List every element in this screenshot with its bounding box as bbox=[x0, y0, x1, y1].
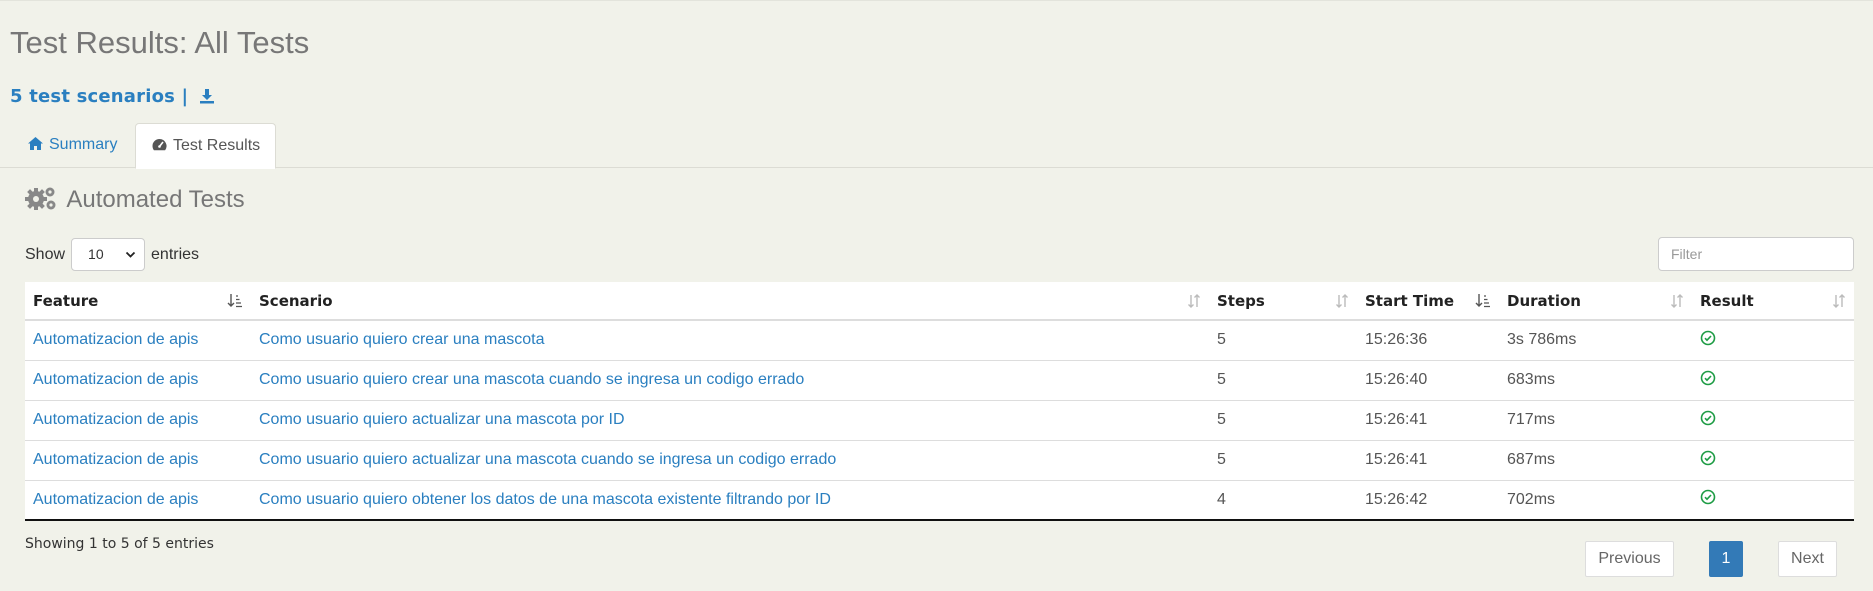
feature-link[interactable]: Automatizacion de apis bbox=[25, 439, 251, 480]
column-header-start-time[interactable]: Start Time bbox=[1357, 282, 1499, 321]
steps-cell: 4 bbox=[1209, 479, 1357, 521]
result-cell bbox=[1692, 359, 1854, 400]
table-row: Automatizacion de apis Como usuario quie… bbox=[25, 359, 1854, 400]
page-title: Test Results: All Tests bbox=[10, 25, 310, 60]
filter-placeholder: Filter bbox=[1671, 246, 1703, 262]
entries-select[interactable]: 10 bbox=[71, 238, 146, 271]
cogs-icon bbox=[25, 187, 56, 210]
start-time-cell: 15:26:41 bbox=[1357, 399, 1499, 440]
table-row: Automatizacion de apis Como usuario quie… bbox=[25, 439, 1854, 480]
dashboard-icon bbox=[152, 139, 167, 151]
start-time-cell: 15:26:36 bbox=[1365, 331, 1428, 349]
steps-cell: 5 bbox=[1209, 359, 1357, 400]
section-title-label: Automated Tests bbox=[66, 186, 245, 213]
filter-input[interactable]: Filter bbox=[1658, 237, 1854, 271]
table-row: Automatizacion de apis Como usuario quie… bbox=[25, 320, 1854, 360]
feature-link[interactable]: Automatizacion de apis bbox=[25, 320, 251, 360]
steps-cell: 5 bbox=[1209, 439, 1357, 480]
show-label: Show bbox=[25, 245, 66, 263]
sort-asc-icon bbox=[227, 294, 242, 308]
column-header-result[interactable]: Result bbox=[1692, 282, 1854, 321]
report-page: Test Results: All Tests 5 test scenarios… bbox=[0, 0, 1873, 591]
column-header-steps[interactable]: Steps bbox=[1209, 282, 1357, 321]
table-row: Automatizacion de apis Como usuario quie… bbox=[25, 479, 1854, 521]
section-title: Automated Tests bbox=[25, 185, 245, 214]
sort-both-icon bbox=[1671, 294, 1683, 308]
previous-page-button[interactable]: Previous bbox=[1585, 541, 1674, 577]
check-circle-icon bbox=[1700, 370, 1716, 385]
column-header-scenario[interactable]: Scenario bbox=[251, 282, 1209, 321]
tab-bar: Summary Test Results bbox=[0, 123, 1873, 169]
scenario-count: 5 test scenarios | bbox=[10, 86, 215, 109]
sort-both-icon bbox=[1336, 294, 1348, 308]
column-header-feature[interactable]: Feature bbox=[25, 282, 251, 321]
duration-cell: 683ms bbox=[1499, 359, 1692, 400]
table-info: Showing 1 to 5 of 5 entries bbox=[25, 536, 214, 552]
duration-cell: 717ms bbox=[1499, 399, 1692, 440]
result-cell bbox=[1692, 479, 1854, 521]
download-icon[interactable] bbox=[199, 88, 215, 109]
table-header-row: Feature Scenario Steps Start Time Durati… bbox=[25, 282, 1854, 321]
duration-cell: 702ms bbox=[1499, 479, 1692, 521]
start-time-cell: 15:26:41 bbox=[1357, 439, 1499, 480]
tab-test-results[interactable]: Test Results bbox=[135, 123, 276, 169]
tab-test-results-label: Test Results bbox=[173, 137, 261, 154]
scenario-link[interactable]: Como usuario quiero actualizar una masco… bbox=[251, 399, 1209, 440]
scenario-link[interactable]: Como usuario quiero crear una mascota bbox=[251, 320, 1209, 360]
feature-link[interactable]: Automatizacion de apis bbox=[25, 359, 251, 400]
tab-summary-label: Summary bbox=[49, 136, 118, 153]
scenario-link[interactable]: Como usuario quiero obtener los datos de… bbox=[251, 479, 1209, 521]
entries-control: Show 10 entries bbox=[25, 238, 199, 271]
start-time-cell: 15:26:42 bbox=[1357, 479, 1499, 521]
scenario-link[interactable]: Como usuario quiero crear una mascota cu… bbox=[251, 359, 1209, 400]
column-header-duration[interactable]: Duration bbox=[1499, 282, 1692, 321]
steps-cell: 5 bbox=[1209, 399, 1357, 440]
scenario-count-label: 5 test scenarios | bbox=[10, 86, 189, 107]
result-cell bbox=[1692, 439, 1854, 480]
check-circle-icon bbox=[1700, 489, 1716, 505]
result-cell bbox=[1692, 399, 1854, 440]
sort-both-icon bbox=[1833, 294, 1845, 308]
entries-label: entries bbox=[151, 245, 200, 263]
entries-select-value: 10 bbox=[88, 246, 104, 262]
feature-link[interactable]: Automatizacion de apis bbox=[25, 399, 251, 440]
sort-asc-icon bbox=[1475, 294, 1490, 308]
results-table: Feature Scenario Steps Start Time Durati… bbox=[25, 282, 1854, 521]
next-page-button[interactable]: Next bbox=[1778, 541, 1837, 577]
check-circle-icon bbox=[1700, 410, 1716, 425]
page-1-button[interactable]: 1 bbox=[1709, 541, 1743, 577]
duration-cell: 3s 786ms bbox=[1507, 331, 1577, 349]
home-icon bbox=[28, 137, 43, 150]
feature-link[interactable]: Automatizacion de apis bbox=[25, 479, 251, 521]
sort-both-icon bbox=[1188, 294, 1200, 308]
tab-summary[interactable]: Summary bbox=[12, 123, 132, 168]
chevron-down-icon bbox=[125, 251, 136, 258]
scenario-link[interactable]: Como usuario quiero actualizar una masco… bbox=[251, 439, 1209, 480]
steps-cell: 5 bbox=[1217, 331, 1226, 349]
duration-cell: 687ms bbox=[1499, 439, 1692, 480]
result-cell bbox=[1692, 320, 1854, 360]
check-circle-icon bbox=[1700, 330, 1716, 346]
start-time-cell: 15:26:40 bbox=[1357, 359, 1499, 400]
table-row: Automatizacion de apis Como usuario quie… bbox=[25, 399, 1854, 440]
check-circle-icon bbox=[1700, 450, 1716, 465]
